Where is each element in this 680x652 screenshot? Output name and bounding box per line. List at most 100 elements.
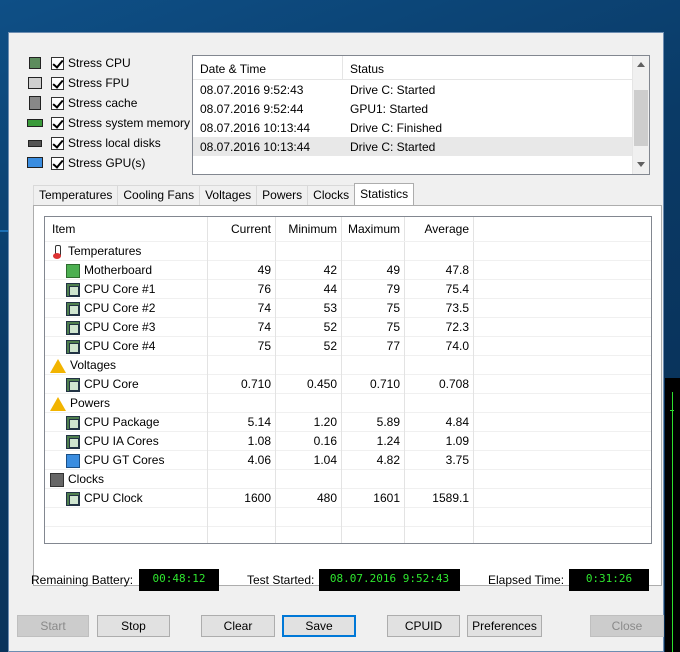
group-label: Voltages — [70, 358, 117, 372]
group-row-voltages[interactable]: Voltages — [45, 355, 651, 375]
stop-button[interactable]: Stop — [97, 615, 170, 637]
table-row[interactable]: CPU Core #4 75 52 77 74.0 — [45, 336, 651, 356]
minimum-value: 42 — [275, 261, 341, 280]
maximum-value: 0.710 — [341, 375, 404, 394]
close-button[interactable]: Close — [590, 615, 664, 637]
group-row-clocks[interactable]: Clocks — [45, 469, 651, 489]
table-row[interactable]: CPU IA Cores 1.08 0.16 1.24 1.09 — [45, 431, 651, 451]
stress-gpu-checkbox[interactable] — [51, 156, 64, 170]
maximum-value: 1601 — [341, 489, 404, 508]
log-scrollbar[interactable] — [632, 56, 649, 174]
scroll-up-icon[interactable] — [637, 62, 645, 67]
stress-disks-option[interactable]: Stress local disks — [27, 133, 161, 153]
test-started-value: 08.07.2016 9:52:43 — [319, 569, 460, 591]
stress-memory-option[interactable]: Stress system memory — [27, 113, 190, 133]
group-row-temperatures[interactable]: Temperatures — [45, 241, 651, 261]
stability-test-window: Stress CPU Stress FPU Stress cache Stres… — [8, 32, 664, 652]
cpu-chip-icon — [27, 56, 43, 70]
statistics-body: Temperatures Motherboard 49 42 49 47.8 C… — [45, 241, 651, 543]
item-label: CPU Core #1 — [84, 282, 156, 296]
table-row[interactable]: CPU Clock 1600 480 1601 1589.1 — [45, 488, 651, 508]
cpuid-button[interactable]: CPUID — [387, 615, 460, 637]
stress-cache-checkbox[interactable] — [51, 96, 64, 110]
test-started-label: Test Started: — [247, 573, 315, 587]
stress-cpu-label: Stress CPU — [68, 56, 131, 70]
maximum-value: 49 — [341, 261, 404, 280]
stress-fpu-checkbox[interactable] — [51, 76, 64, 90]
table-row[interactable]: CPU Package 5.14 1.20 5.89 4.84 — [45, 412, 651, 432]
average-value: 75.4 — [404, 280, 473, 299]
scroll-down-icon[interactable] — [637, 162, 645, 167]
minimum-value: 1.20 — [275, 413, 341, 432]
col-item-header[interactable]: Item — [45, 217, 207, 241]
warning-icon — [50, 396, 66, 411]
log-time: 08.07.2016 10:13:44 — [200, 139, 311, 154]
log-row-selected[interactable]: 08.07.2016 10:13:44 Drive C: Started — [193, 137, 649, 156]
tab-temperatures[interactable]: Temperatures — [33, 185, 119, 205]
table-row[interactable]: Motherboard 49 42 49 47.8 — [45, 260, 651, 280]
stress-disks-checkbox[interactable] — [51, 136, 64, 150]
log-row[interactable]: 08.07.2016 10:13:44 Drive C: Finished — [193, 118, 649, 137]
disk-icon — [27, 136, 43, 150]
monitor-icon — [66, 453, 80, 468]
background-graph-tick — [670, 410, 674, 411]
cpu-icon — [66, 434, 80, 449]
memory-icon — [27, 116, 43, 130]
item-label: CPU IA Cores — [84, 434, 159, 448]
average-value: 3.75 — [404, 451, 473, 470]
log-row[interactable]: 08.07.2016 9:52:43 Drive C: Started — [193, 80, 649, 99]
stress-fpu-option[interactable]: Stress FPU — [27, 73, 129, 93]
tab-statistics[interactable]: Statistics — [354, 183, 415, 205]
scroll-thumb[interactable] — [634, 90, 648, 146]
tab-cooling-fans[interactable]: Cooling Fans — [117, 185, 201, 205]
table-row[interactable]: CPU Core #3 74 52 75 72.3 — [45, 317, 651, 337]
event-log-list[interactable]: Date & Time Status 08.07.2016 9:52:43 Dr… — [192, 55, 650, 175]
average-value: 0.708 — [404, 375, 473, 394]
group-row-powers[interactable]: Powers — [45, 393, 651, 413]
stress-cache-option[interactable]: Stress cache — [27, 93, 137, 113]
tab-clocks[interactable]: Clocks — [307, 185, 356, 205]
table-row[interactable]: CPU Core 0.710 0.450 0.710 0.708 — [45, 374, 651, 394]
tab-powers[interactable]: Powers — [256, 185, 309, 205]
maximum-value: 77 — [341, 337, 404, 356]
average-value: 73.5 — [404, 299, 473, 318]
maximum-value: 75 — [341, 299, 404, 318]
stress-gpu-option[interactable]: Stress GPU(s) — [27, 153, 145, 173]
thermometer-icon — [50, 244, 64, 259]
log-status: Drive C: Finished — [350, 120, 443, 135]
preferences-button[interactable]: Preferences — [467, 615, 542, 637]
maximum-value: 5.89 — [341, 413, 404, 432]
col-average-header[interactable]: Average — [404, 217, 473, 241]
log-row[interactable]: 08.07.2016 9:52:44 GPU1: Started — [193, 99, 649, 118]
log-status: Drive C: Started — [350, 82, 436, 97]
item-label: CPU Core #3 — [84, 320, 156, 334]
stress-cpu-checkbox[interactable] — [51, 56, 64, 70]
table-row[interactable]: CPU Core #1 76 44 79 75.4 — [45, 279, 651, 299]
col-minimum-header[interactable]: Minimum — [275, 217, 341, 241]
cpu-icon — [66, 282, 80, 297]
save-button[interactable]: Save — [282, 615, 356, 637]
stress-fpu-label: Stress FPU — [68, 76, 130, 90]
log-header-status[interactable]: Status — [343, 56, 384, 79]
tab-voltages[interactable]: Voltages — [199, 185, 258, 205]
clear-button[interactable]: Clear — [201, 615, 275, 637]
minimum-value: 52 — [275, 337, 341, 356]
minimum-value: 53 — [275, 299, 341, 318]
col-current-header[interactable]: Current — [207, 217, 275, 241]
start-button[interactable]: Start — [17, 615, 89, 637]
maximum-value: 1.24 — [341, 432, 404, 451]
group-label: Temperatures — [68, 244, 142, 258]
average-value: 1589.1 — [404, 489, 473, 508]
col-maximum-header[interactable]: Maximum — [341, 217, 404, 241]
table-row[interactable]: CPU Core #2 74 53 75 73.5 — [45, 298, 651, 318]
log-header-datetime[interactable]: Date & Time — [193, 56, 343, 79]
average-value: 47.8 — [404, 261, 473, 280]
current-value: 0.710 — [207, 375, 275, 394]
statistics-table[interactable]: Item Current Minimum Maximum Average Tem… — [44, 216, 652, 544]
stress-memory-checkbox[interactable] — [51, 116, 64, 130]
item-label: CPU GT Cores — [84, 453, 165, 467]
log-time: 08.07.2016 9:52:43 — [200, 82, 304, 97]
stress-cpu-option[interactable]: Stress CPU — [27, 53, 131, 73]
group-label: Powers — [70, 396, 111, 410]
table-row[interactable]: CPU GT Cores 4.06 1.04 4.82 3.75 — [45, 450, 651, 470]
